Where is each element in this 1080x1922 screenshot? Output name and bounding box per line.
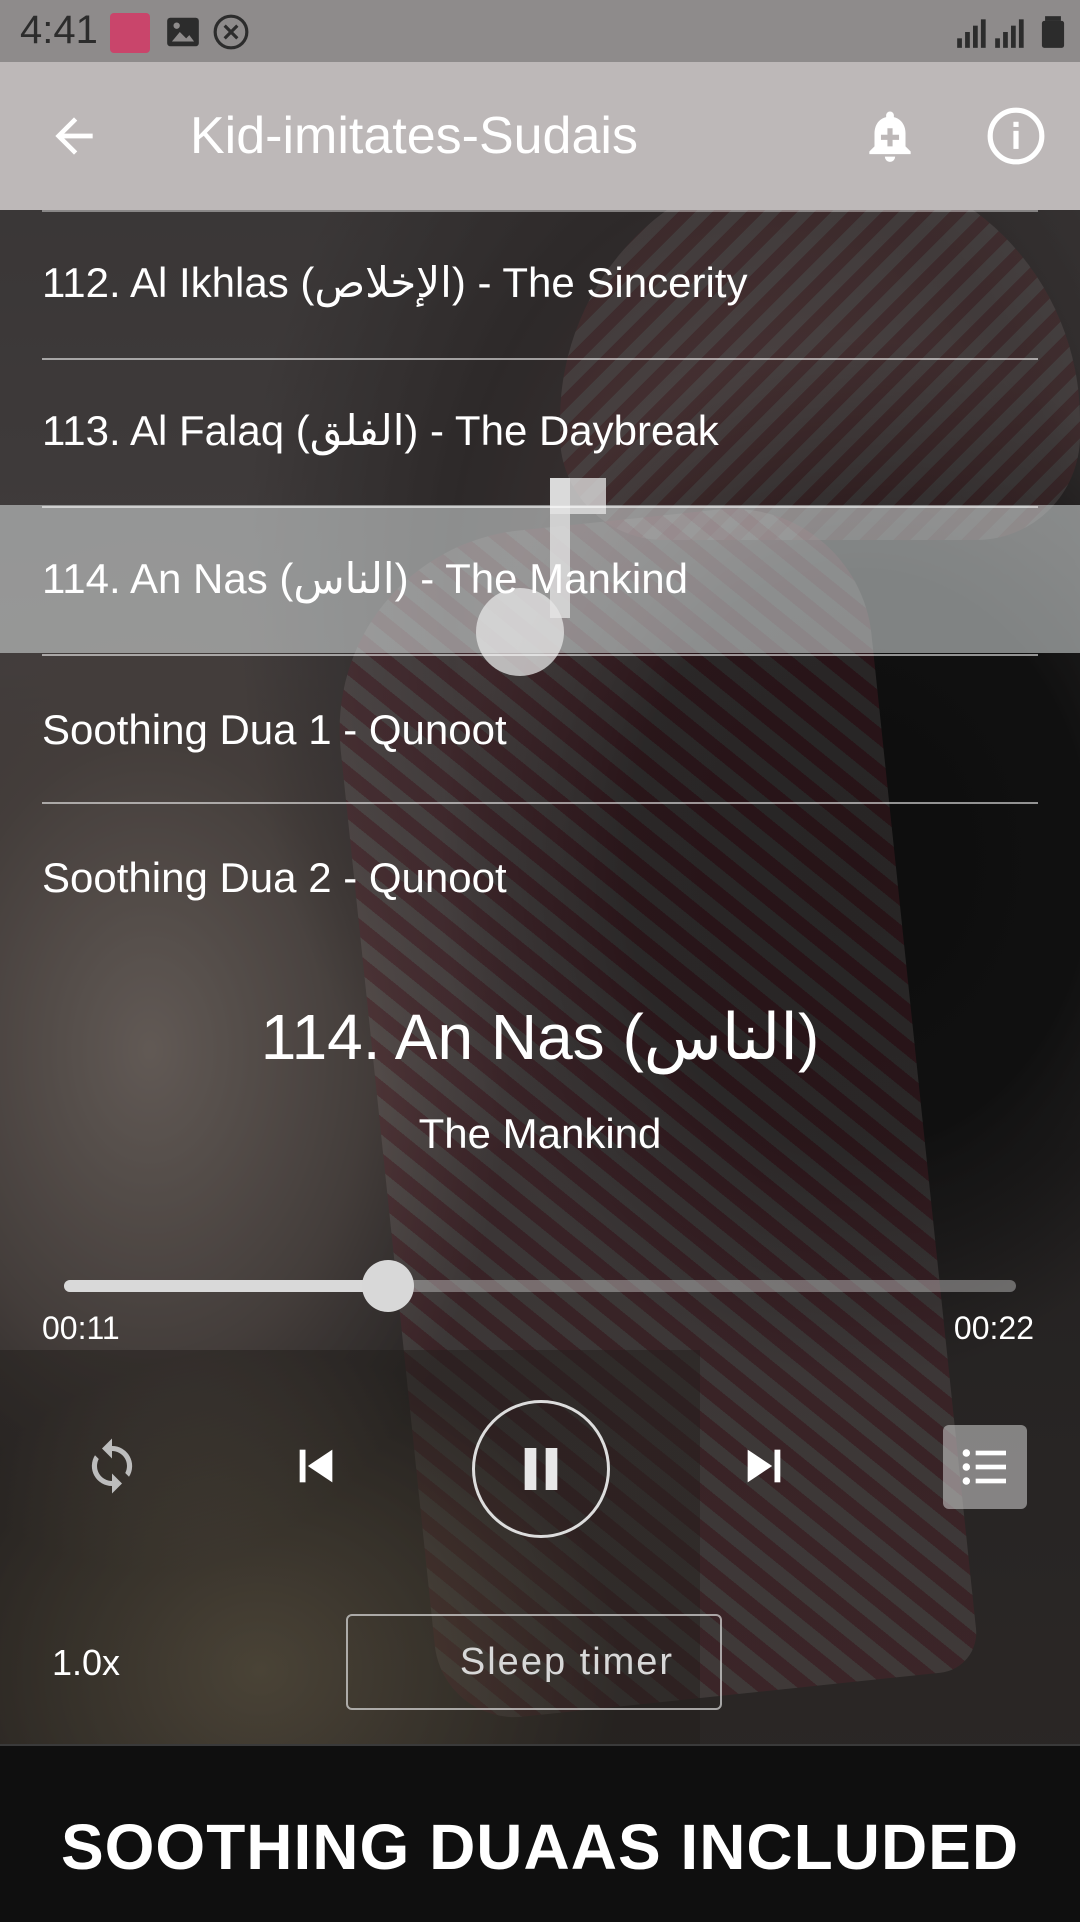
seek-bar-progress (64, 1280, 388, 1292)
track-label: 113. Al Falaq (الفلق) - The Daybreak (42, 407, 719, 454)
seek-bar[interactable] (64, 1260, 1016, 1312)
track-label: Soothing Dua 2 - Qunoot (42, 854, 507, 901)
skip-next-icon (747, 1449, 781, 1483)
app-thumbnail-icon (110, 13, 150, 53)
info-button[interactable] (976, 96, 1056, 176)
track-label: 112. Al Ikhlas (الإخلاص) - The Sincerity (42, 259, 748, 306)
playlist-button[interactable] (943, 1425, 1027, 1509)
info-icon (987, 107, 1045, 165)
repeat-icon (91, 1438, 133, 1494)
playback-speed[interactable]: 1.0x (52, 1642, 120, 1684)
status-time: 4:41 (20, 8, 98, 52)
arrow-left-icon (55, 117, 93, 155)
back-button[interactable] (34, 96, 114, 176)
sleep-timer-label: Sleep timer (459, 1640, 675, 1683)
signal-roaming-icon (995, 19, 1024, 48)
signal-icon (957, 19, 986, 48)
skip-previous-icon (299, 1449, 333, 1483)
track-row[interactable]: 112. Al Ikhlas (الإخلاص) - The Sincerity (42, 210, 1038, 360)
alarm-add-icon (869, 111, 911, 162)
moon-icon (403, 1643, 422, 1681)
playlist-icon (962, 1449, 1006, 1485)
close-circle-icon (213, 14, 249, 50)
battery-icon (1041, 16, 1065, 48)
track-row[interactable]: 113. Al Falaq (الفلق) - The Daybreak (42, 360, 1038, 508)
previous-button[interactable] (270, 1420, 362, 1512)
pause-icon (524, 1448, 558, 1490)
sleep-timer-button[interactable]: Sleep timer (346, 1614, 722, 1710)
repeat-button[interactable] (66, 1420, 158, 1512)
track-row[interactable]: Soothing Dua 2 - Qunoot (42, 804, 1038, 950)
elapsed-time: 00:11 (42, 1310, 120, 1346)
seek-thumb[interactable] (361, 1260, 414, 1312)
track-list: 112. Al Ikhlas (الإخلاص) - The Sincerity… (0, 210, 1080, 950)
now-playing-title: 114. An Nas (الناس) (260, 1001, 820, 1073)
track-row-current[interactable]: 114. An Nas (الناس) - The Mankind (42, 508, 1038, 656)
track-label: Soothing Dua 1 - Qunoot (42, 706, 507, 753)
status-bar: 4:41 (0, 0, 1080, 62)
pause-button[interactable] (472, 1400, 610, 1538)
next-button[interactable] (718, 1420, 810, 1512)
track-row[interactable]: Soothing Dua 1 - Qunoot (42, 656, 1038, 804)
page-title: Kid-imitates-Sudais (190, 107, 638, 165)
promo-banner: SOOTHING DUAAS INCLUDED (0, 1744, 1080, 1922)
alarm-add-button[interactable] (850, 96, 930, 176)
promo-banner-text: SOOTHING DUAAS INCLUDED (60, 1811, 1020, 1883)
app-bar: Kid-imitates-Sudais (0, 62, 1080, 210)
duration-time: 00:22 (953, 1310, 1034, 1346)
now-playing-subtitle: The Mankind (418, 1110, 662, 1157)
track-label: 114. An Nas (الناس) - The Mankind (42, 555, 688, 602)
image-icon (167, 17, 199, 47)
